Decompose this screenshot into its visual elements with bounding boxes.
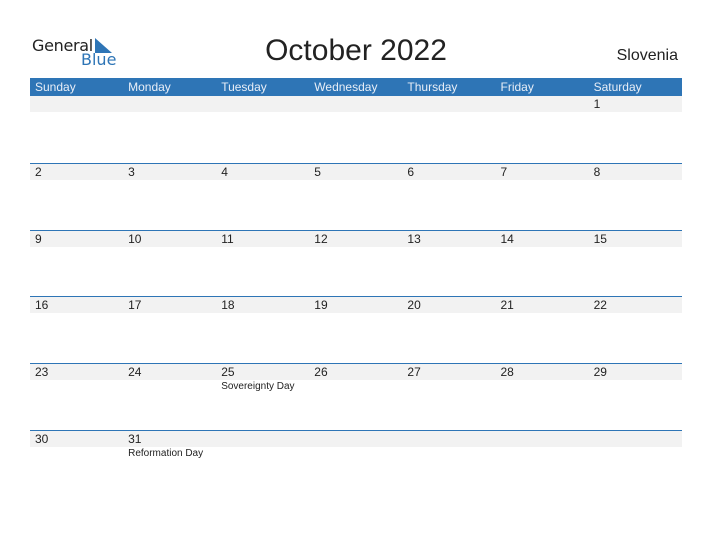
day-number: 17 — [128, 298, 142, 312]
week-row: 30 31 Reformation Day — [30, 430, 682, 498]
empty-day-cell — [589, 431, 682, 491]
week-row: 2 3 4 5 6 7 8 — [30, 163, 682, 231]
day-cell: 11 — [216, 231, 309, 291]
day-cell: 10 — [123, 231, 216, 291]
weekday-monday: Monday — [128, 80, 171, 94]
day-number: 28 — [500, 365, 514, 379]
weekday-wednesday: Wednesday — [314, 80, 378, 94]
day-number: 25 — [221, 365, 235, 379]
empty-day-cell — [309, 431, 402, 491]
day-number: 8 — [593, 165, 601, 179]
day-cell: 13 — [402, 231, 495, 291]
day-number: 24 — [128, 365, 142, 379]
day-number: 20 — [407, 298, 421, 312]
weekday-sunday: Sunday — [35, 80, 76, 94]
week-row: 9 10 11 12 13 14 15 — [30, 230, 682, 298]
week-row: 1 — [30, 96, 682, 163]
day-number: 1 — [593, 97, 601, 111]
day-number: 5 — [314, 165, 321, 179]
day-cell: 1 — [589, 96, 682, 156]
day-number: 29 — [593, 365, 607, 379]
empty-day-cell — [402, 96, 495, 156]
weekday-thursday: Thursday — [407, 80, 458, 94]
weekday-header: Sunday Monday Tuesday Wednesday Thursday Frid… — [30, 78, 682, 96]
day-number: 2 — [35, 165, 42, 179]
empty-day-cell — [496, 96, 589, 156]
country-label: Slovenia — [616, 47, 678, 64]
day-cell: 2 — [30, 164, 123, 224]
day-number: 3 — [128, 165, 135, 179]
weekday-friday: Friday — [500, 80, 534, 94]
day-number: 19 — [314, 298, 328, 312]
day-cell: 3 — [123, 164, 216, 224]
week-row: 16 17 18 19 20 21 22 — [30, 296, 682, 364]
day-number: 7 — [500, 165, 508, 179]
day-number: 22 — [593, 298, 607, 312]
empty-day-cell — [309, 96, 402, 156]
day-cell: 14 — [496, 231, 589, 291]
day-cell: 30 — [30, 431, 123, 491]
day-number: 11 — [221, 232, 234, 246]
weekday-tuesday: Tuesday — [221, 80, 267, 94]
day-number: 23 — [35, 365, 49, 379]
day-cell: 15 — [589, 231, 682, 291]
empty-day-cell — [123, 96, 216, 156]
weekday-saturday: Saturday — [593, 80, 642, 94]
day-number: 9 — [35, 232, 42, 246]
day-number: 26 — [314, 365, 328, 379]
day-cell: 21 — [496, 297, 589, 357]
day-number: 30 — [35, 432, 49, 446]
day-number: 12 — [314, 232, 328, 246]
empty-day-cell — [216, 96, 309, 156]
week-row: 23 24 25 Sovereignty Day 26 27 28 29 — [30, 363, 682, 431]
day-number: 18 — [221, 298, 235, 312]
day-cell: 7 — [496, 164, 589, 224]
day-cell: 18 — [216, 297, 309, 357]
day-cell: 26 — [309, 364, 402, 424]
day-cell: 22 — [589, 297, 682, 357]
holiday-label: Sovereignty Day — [221, 381, 295, 392]
day-number: 27 — [407, 365, 421, 379]
day-cell: 19 — [309, 297, 402, 357]
empty-day-cell — [496, 431, 589, 491]
day-cell: 9 — [30, 231, 123, 291]
day-number: 16 — [35, 298, 49, 312]
day-number: 13 — [407, 232, 421, 246]
day-number: 6 — [407, 165, 415, 179]
day-number: 31 — [128, 432, 142, 446]
day-number: 4 — [221, 165, 228, 179]
day-cell: 31 Reformation Day — [123, 431, 216, 491]
holiday-label: Reformation Day — [128, 448, 204, 459]
day-cell: 24 — [123, 364, 216, 424]
day-cell: 6 — [402, 164, 495, 224]
day-cell: 29 — [589, 364, 682, 424]
day-cell: 4 — [216, 164, 309, 224]
day-number: 10 — [128, 232, 142, 246]
empty-day-cell — [216, 431, 309, 491]
day-number: 14 — [500, 232, 514, 246]
day-cell: 23 — [30, 364, 123, 424]
day-number: 21 — [500, 298, 514, 312]
day-cell: 12 — [309, 231, 402, 291]
calendar-title: October 2022 — [265, 34, 447, 67]
day-cell: 5 — [309, 164, 402, 224]
day-cell: 20 — [402, 297, 495, 357]
day-cell: 8 — [589, 164, 682, 224]
day-cell: 27 — [402, 364, 495, 424]
day-cell: 17 — [123, 297, 216, 357]
empty-day-cell — [402, 431, 495, 491]
empty-day-cell — [30, 96, 123, 156]
day-number: 15 — [593, 232, 607, 246]
day-cell: 28 — [496, 364, 589, 424]
day-cell: 16 — [30, 297, 123, 357]
day-cell: 25 Sovereignty Day — [216, 364, 309, 424]
